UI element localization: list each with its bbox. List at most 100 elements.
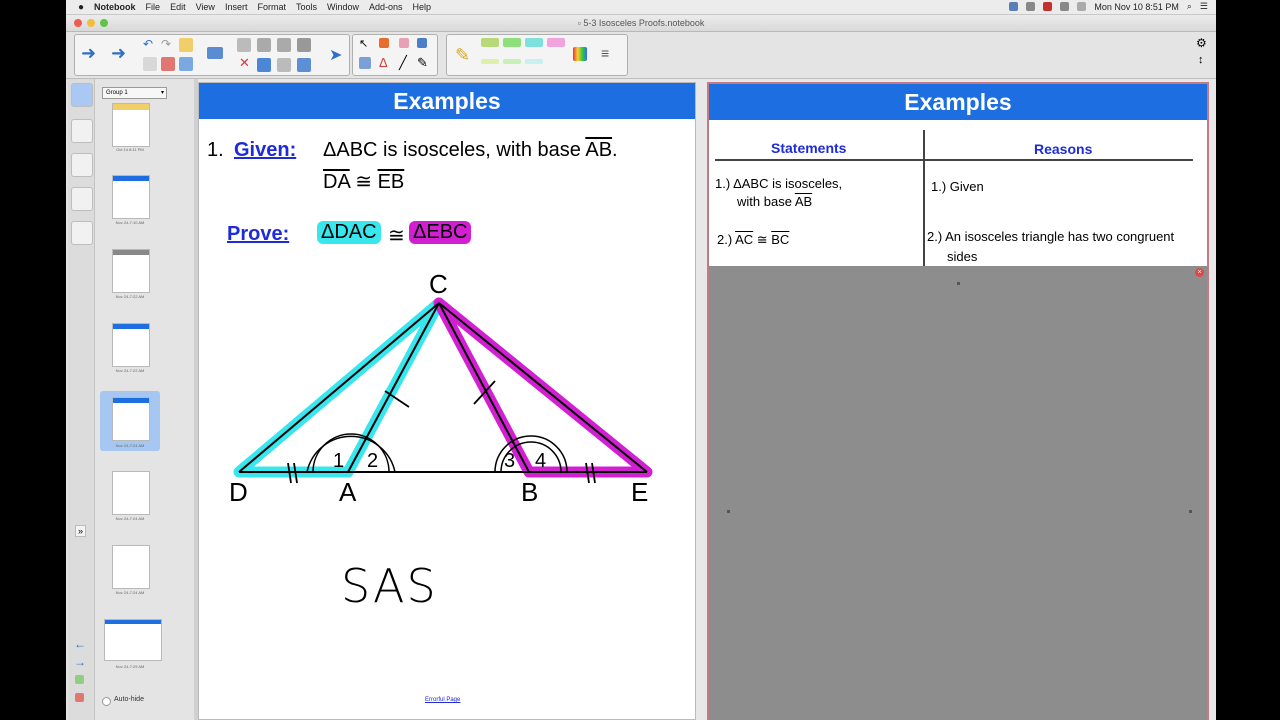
settings-gear-icon[interactable]: ⚙ bbox=[1196, 36, 1207, 50]
menu-window[interactable]: Window bbox=[327, 2, 359, 12]
tab-addons[interactable] bbox=[71, 221, 93, 245]
menu-format[interactable]: Format bbox=[257, 2, 286, 12]
given-line-1: ΔABC is isosceles, with base AB. bbox=[323, 139, 618, 162]
reasons-header: Reasons bbox=[1034, 141, 1093, 157]
zoom-window-button[interactable] bbox=[100, 19, 108, 27]
undo-small-icon[interactable] bbox=[75, 675, 84, 684]
thumbnail-5[interactable] bbox=[112, 397, 150, 441]
menu-addons[interactable]: Add-ons bbox=[369, 2, 403, 12]
given-segment-ab: AB bbox=[585, 139, 613, 161]
thumbnail-4[interactable] bbox=[112, 323, 150, 367]
display-icon[interactable] bbox=[257, 58, 271, 72]
pen-icon[interactable] bbox=[379, 38, 389, 48]
segment-dc bbox=[238, 302, 440, 473]
autohide-checkbox[interactable] bbox=[102, 697, 111, 706]
resize-handle-right[interactable] bbox=[1189, 510, 1192, 513]
footer-link[interactable]: Errorful Page bbox=[425, 697, 460, 703]
pen-style-1[interactable] bbox=[481, 38, 499, 47]
tab-properties[interactable] bbox=[71, 187, 93, 211]
resize-handle-top[interactable] bbox=[957, 282, 960, 285]
thumbnail-3[interactable] bbox=[112, 249, 150, 293]
insert-table-icon[interactable] bbox=[257, 38, 271, 52]
fullscreen-icon[interactable] bbox=[297, 58, 311, 72]
menu-view[interactable]: View bbox=[196, 2, 215, 12]
menu-help[interactable]: Help bbox=[413, 2, 432, 12]
nav-back-arrow-icon[interactable]: ← bbox=[74, 637, 86, 651]
thumbnail-2[interactable] bbox=[112, 175, 150, 219]
spotlight-icon[interactable]: ⌕ bbox=[1187, 1, 1192, 12]
tab-attachments[interactable] bbox=[71, 153, 93, 177]
vertex-label-d: D bbox=[229, 477, 248, 507]
expand-sidebar-button[interactable]: » bbox=[75, 525, 87, 537]
thumbnail-7[interactable] bbox=[112, 545, 150, 589]
fill-icon[interactable] bbox=[417, 38, 427, 48]
highlighter-icon[interactable]: ✎ bbox=[455, 45, 470, 66]
menubar-clock[interactable]: Mon Nov 10 8:51 PM bbox=[1094, 2, 1179, 12]
thumbnail-1[interactable] bbox=[112, 103, 150, 147]
status-icon-c[interactable] bbox=[1043, 2, 1053, 11]
forward-arrow-icon[interactable]: ➜ bbox=[111, 43, 126, 64]
pen-style-3[interactable] bbox=[525, 38, 543, 47]
save-icon[interactable] bbox=[179, 57, 193, 71]
scroll-arrows-icon[interactable]: ↕ bbox=[1198, 54, 1204, 66]
menu-file[interactable]: File bbox=[146, 2, 161, 12]
shape-tool-icon[interactable]: Δ bbox=[379, 55, 388, 70]
text-tool-icon[interactable] bbox=[359, 57, 371, 69]
magic-pen-icon[interactable]: ✎ bbox=[417, 55, 428, 71]
notification-icon[interactable]: ☰ bbox=[1200, 1, 1208, 12]
tab-gallery[interactable] bbox=[71, 119, 93, 143]
select-arrow-icon[interactable]: ↖ bbox=[359, 37, 368, 50]
pen-style-7[interactable] bbox=[525, 59, 543, 64]
toolbar-dock-icon[interactable]: ➤ bbox=[329, 45, 342, 65]
tab-page-sorter[interactable] bbox=[71, 83, 93, 107]
menu-edit[interactable]: Edit bbox=[170, 2, 186, 12]
pen-style-4[interactable] bbox=[547, 38, 565, 47]
add-page-icon[interactable] bbox=[179, 38, 193, 52]
delete-small-icon[interactable] bbox=[75, 693, 84, 702]
delete-page-icon[interactable] bbox=[161, 57, 175, 71]
apple-icon[interactable]: ● bbox=[78, 2, 84, 13]
notebook-screen: ● Notebook File Edit View Insert Format … bbox=[66, 0, 1216, 720]
minimize-window-button[interactable] bbox=[87, 19, 95, 27]
thumbnail-4-caption: Nov 24-7:22 AM bbox=[115, 368, 145, 373]
camera-icon[interactable] bbox=[297, 38, 311, 52]
angle-label-1: 1 bbox=[333, 450, 344, 472]
menu-tools[interactable]: Tools bbox=[296, 2, 317, 12]
vertex-label-c: C bbox=[429, 269, 448, 299]
window-titlebar: ▫ 5-3 Isosceles Proofs.notebook bbox=[66, 15, 1216, 32]
left-page[interactable]: Examples 1. Given: ΔABC is isosceles, wi… bbox=[198, 82, 696, 720]
menu-insert[interactable]: Insert bbox=[225, 2, 248, 12]
close-x-icon[interactable]: ✕ bbox=[239, 55, 250, 71]
refresh-icon[interactable] bbox=[143, 57, 157, 71]
thumbnail-6[interactable] bbox=[112, 471, 150, 515]
nav-forward-arrow-icon[interactable]: → bbox=[74, 655, 86, 669]
back-arrow-icon[interactable]: ➜ bbox=[81, 43, 96, 64]
wifi-icon[interactable] bbox=[1077, 2, 1087, 11]
capture-icon[interactable] bbox=[277, 38, 291, 52]
status-icon-a[interactable] bbox=[1009, 2, 1019, 11]
pen-style-5[interactable] bbox=[481, 59, 499, 64]
redo-icon[interactable]: ↷ bbox=[161, 37, 171, 51]
pen-style-2[interactable] bbox=[503, 38, 521, 47]
time-machine-icon[interactable] bbox=[1060, 2, 1070, 11]
thumbnail-8[interactable] bbox=[104, 619, 162, 661]
close-window-button[interactable] bbox=[74, 19, 82, 27]
right-page[interactable]: Examples Statements Reasons 1.) ΔABC is … bbox=[707, 82, 1209, 720]
status-icon-b[interactable] bbox=[1026, 2, 1036, 11]
close-x-icon[interactable]: × bbox=[1195, 268, 1204, 277]
chevron-down-icon: ▾ bbox=[160, 90, 164, 96]
pen-style-6[interactable] bbox=[503, 59, 521, 64]
thumbnail-5-caption: Nov 24-7:24 AM bbox=[115, 443, 145, 448]
line-tool-icon[interactable]: ╱ bbox=[399, 55, 407, 71]
color-palette-icon[interactable] bbox=[573, 47, 587, 61]
eraser-icon[interactable] bbox=[399, 38, 409, 48]
undo-icon[interactable]: ↶ bbox=[143, 37, 153, 51]
insert-image-icon[interactable] bbox=[237, 38, 251, 52]
fit-page-icon[interactable] bbox=[277, 58, 291, 72]
group-dropdown[interactable]: Group 1 ▾ bbox=[102, 87, 167, 99]
given-line-1-text: ΔABC is isosceles, with base bbox=[323, 139, 586, 161]
screen-shade-icon[interactable] bbox=[207, 47, 223, 59]
line-width-icon[interactable]: ≡ bbox=[601, 45, 609, 61]
resize-handle-left[interactable] bbox=[727, 510, 730, 513]
menu-app[interactable]: Notebook bbox=[94, 2, 136, 12]
